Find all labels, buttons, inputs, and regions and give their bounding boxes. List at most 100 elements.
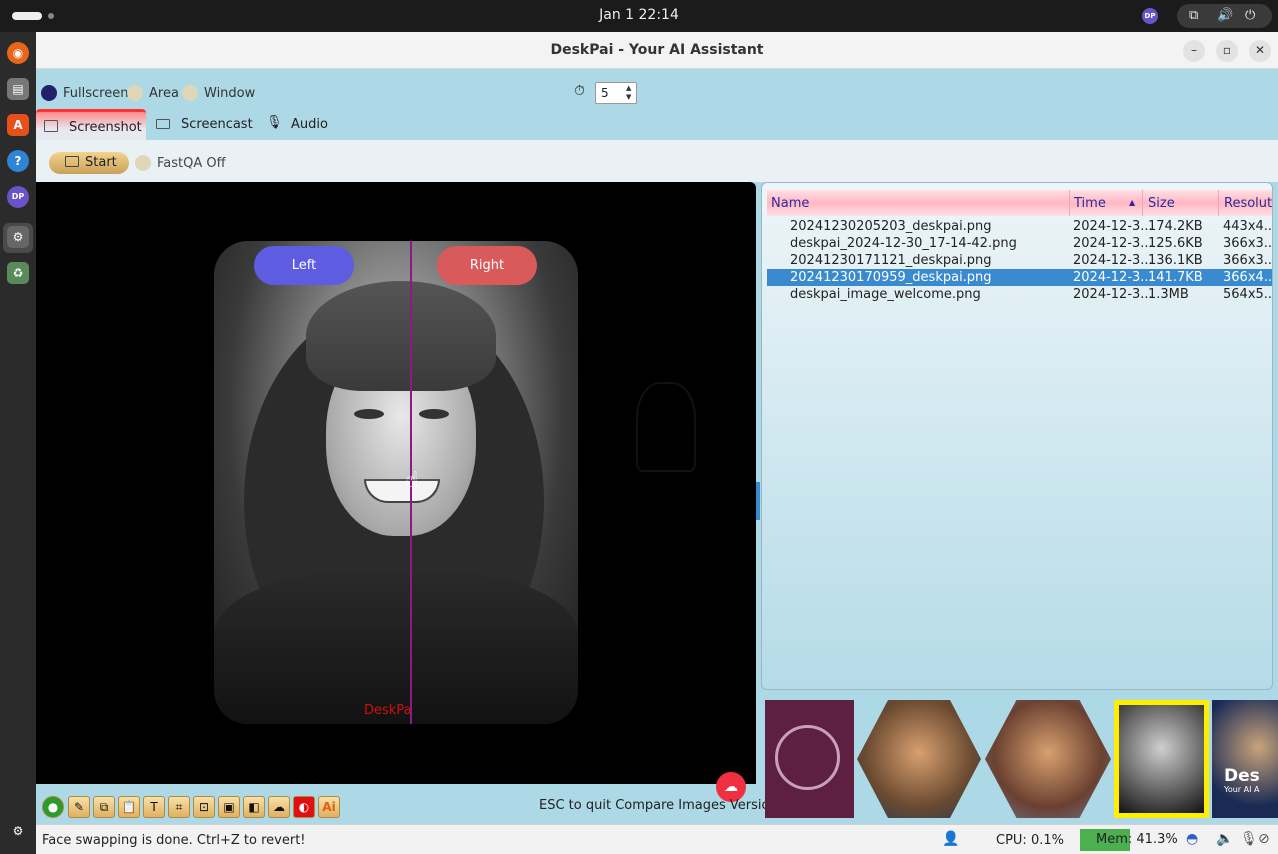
fastqa-label[interactable]: FastQA Off [157,156,226,171]
app-center-icon[interactable]: A [7,114,29,136]
file-name: 20241230205203_deskpai.png [790,219,992,234]
thumbnail-image[interactable] [985,700,1111,818]
application-dock: ◉ ▤ A ? DP ⚙ ♻ ⚙ [0,32,36,854]
tab-screenshot-label: Screenshot [69,120,142,135]
text-icon[interactable]: T [143,796,165,818]
system-top-bar: Jan 1 22:14 DP ⧉ 🔊 ⏻ [0,0,1278,32]
fullscreen-radio[interactable] [41,85,57,101]
tab-audio[interactable]: 🎙 Audio [258,109,338,141]
file-resolution: 443x4... [1223,219,1273,234]
column-name[interactable]: Name [771,196,809,211]
drag-hand-icon: ☝ [405,468,419,493]
minimize-button[interactable]: – [1183,40,1205,62]
compare-hint: ESC to quit Compare Images Versions [539,798,785,813]
files-icon[interactable]: ▤ [7,78,29,100]
delay-spinbox[interactable]: 5 ▲ ▼ [595,82,637,104]
file-name: 20241230171121_deskpai.png [790,253,992,268]
save-icon[interactable]: ▣ [218,796,240,818]
tab-screenshot[interactable]: Screenshot [36,109,146,141]
ai-icon[interactable]: Ai [318,796,340,818]
thumbnail-welcome[interactable]: Des Your AI A [1212,700,1278,818]
thumbnail-logo[interactable] [765,700,854,818]
window-title: DeskPai - Your AI Assistant [550,42,764,58]
file-time: 2024-12-3... [1073,287,1153,302]
user-icon[interactable]: 👤 [942,831,959,847]
volume-icon: 🔊 [1217,8,1234,23]
close-button[interactable]: ✕ [1249,40,1271,62]
help-icon[interactable]: ? [7,150,29,172]
background-watermark-owl [636,382,696,472]
area-label[interactable]: Area [149,86,179,101]
title-bar: DeskPai - Your AI Assistant – ▫ ✕ [36,32,1278,69]
thumbnail-image[interactable] [857,700,981,818]
file-time: 2024-12-3... [1073,236,1153,251]
portrait-image[interactable]: Left Right ☝ DeskPa [214,241,578,724]
thumbnail-brand-text: Des [1224,766,1260,786]
file-row[interactable]: deskpai_image_welcome.png 2024-12-3... 1… [767,286,1272,303]
file-resolution: 366x3... [1223,236,1273,251]
area-radio[interactable] [127,85,143,101]
eraser-icon[interactable]: ✎ [68,796,90,818]
compare-icon[interactable]: ◐ [293,796,315,818]
power-icon: ⏻ [1245,8,1256,23]
file-row[interactable]: 20241230171121_deskpai.png 2024-12-3... … [767,252,1272,269]
file-time: 2024-12-3... [1073,219,1153,234]
image-compare-canvas[interactable]: Left Right ☝ DeskPa [36,182,756,784]
file-resolution: 564x5... [1223,287,1273,302]
deskpai-tray-icon[interactable]: DP [1142,8,1158,24]
deskpai-dock-icon[interactable]: DP [7,186,29,208]
settings-icon[interactable]: ⚙ [7,226,29,248]
file-size: 141.7KB [1148,270,1203,285]
timer-icon: ⏱ [574,83,585,99]
crop-icon[interactable]: ⌗ [168,796,190,818]
tab-screencast[interactable]: Screencast [146,109,253,141]
show-apps-icon[interactable]: ⚙ [7,820,29,842]
window-label[interactable]: Window [204,86,255,101]
window-radio[interactable] [182,85,198,101]
speaker-icon[interactable]: 🔈 [1216,831,1233,847]
mode-tabs: Screenshot Screencast 🎙 Audio [36,109,338,141]
copy-icon[interactable]: ⧉ [93,796,115,818]
file-row-selected[interactable]: 20241230170959_deskpai.png 2024-12-3... … [767,269,1272,286]
start-button[interactable]: Start [49,152,129,174]
column-time[interactable]: Time [1074,196,1106,211]
tab-screencast-label: Screencast [181,117,253,132]
column-size[interactable]: Size [1148,196,1175,211]
column-separator[interactable] [1218,190,1219,216]
save-as-icon[interactable]: ◧ [243,796,265,818]
right-version-label[interactable]: Right [437,246,537,285]
status-message: Face swapping is done. Ctrl+Z to revert! [42,833,306,848]
fastqa-toggle[interactable] [135,155,151,171]
hat-icon[interactable]: ◓ [1186,831,1198,847]
file-name: deskpai_2024-12-30_17-14-42.png [790,236,1017,251]
fullscreen-label[interactable]: Fullscreen [63,86,128,101]
microphone-status-icon[interactable]: 🎙 [1240,831,1258,847]
spin-up-icon[interactable]: ▲ [626,84,634,92]
record-icon[interactable]: ● [42,796,64,818]
file-list[interactable]: Name Time ▲ Size Resoluti 20241230205203… [761,182,1273,690]
pane-splitter[interactable] [756,482,760,520]
screen-icon [65,156,79,167]
thumbnail-selected[interactable] [1114,700,1209,818]
maximize-button[interactable]: ▫ [1216,40,1238,62]
column-separator[interactable] [1069,190,1070,216]
clipboard-icon[interactable]: 📋 [118,796,140,818]
column-separator[interactable] [1142,190,1143,216]
thumbnail-strip: Des Your AI A [761,692,1278,822]
visibility-off-icon[interactable]: ⊘ [1258,831,1270,847]
trash-icon[interactable]: ♻ [7,262,29,284]
file-row[interactable]: deskpai_2024-12-30_17-14-42.png 2024-12-… [767,235,1272,252]
firefox-icon[interactable]: ◉ [7,42,29,64]
cloud-upload-icon[interactable]: ☁ [268,796,290,818]
spin-down-icon[interactable]: ▼ [626,93,634,101]
system-tray[interactable]: ⧉ 🔊 ⏻ [1177,4,1272,28]
system-clock[interactable]: Jan 1 22:14 [0,7,1278,23]
file-row[interactable]: 20241230205203_deskpai.png 2024-12-3... … [767,218,1272,235]
column-resolution[interactable]: Resoluti [1224,196,1272,211]
file-time: 2024-12-3... [1073,270,1153,285]
unlock-icon[interactable]: ⊡ [193,796,215,818]
left-version-label[interactable]: Left [254,246,354,285]
file-resolution: 366x3... [1223,253,1273,268]
capture-mode-row: Fullscreen Area Window ⏱ 5 ▲ ▼ [36,69,1278,107]
file-name: deskpai_image_welcome.png [790,287,981,302]
